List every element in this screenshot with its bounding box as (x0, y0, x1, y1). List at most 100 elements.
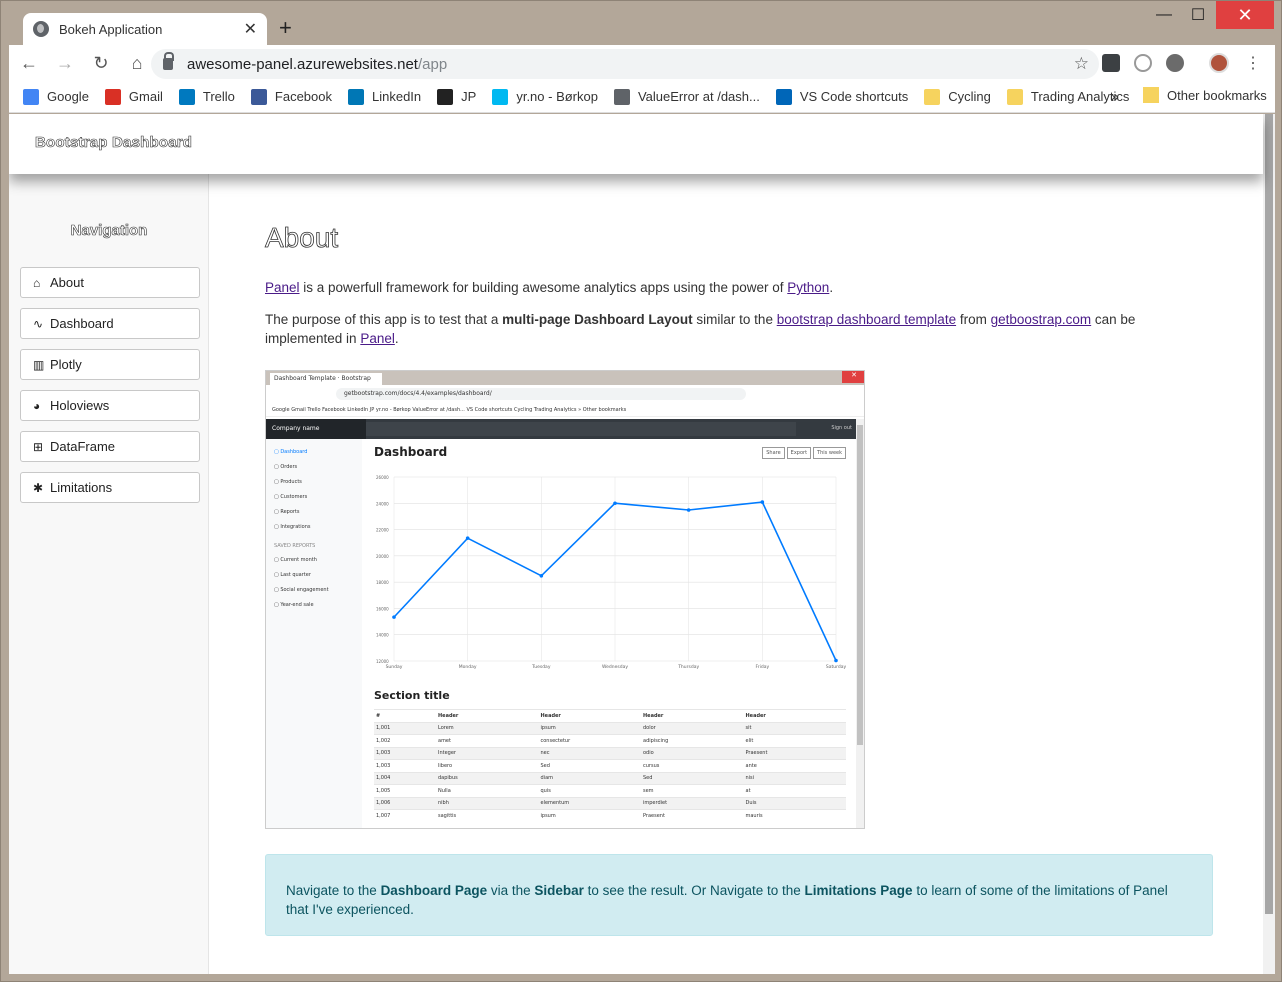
shot-table-row: 1,004 dapibus diam Sed nisi (374, 771, 846, 784)
shot-table-cell: odio (643, 750, 654, 757)
app-header: Bootstrap Dashboard (9, 114, 1263, 174)
line-chart-icon: ∿ (33, 316, 44, 331)
shot-table-cell: 1,003 (376, 750, 391, 757)
reload-button[interactable]: ↻ (85, 47, 117, 79)
shot-table-cell: Header (643, 712, 664, 719)
shot-search (366, 422, 796, 436)
shot-saved-item: ▢ Current month (274, 557, 317, 563)
extension-icon[interactable] (1134, 54, 1152, 72)
data-point (834, 658, 838, 663)
shot-table-cell: 1,002 (376, 737, 391, 744)
extension-icon[interactable] (1102, 54, 1120, 72)
bookmark-item[interactable]: yr.no - Børkop (492, 88, 598, 105)
trello-icon (178, 88, 195, 105)
bookmark-item[interactable]: ValueError at /dash... (613, 88, 760, 105)
bookmark-item[interactable]: VS Code shortcuts (775, 88, 909, 105)
maximize-button[interactable]: ☐ (1181, 1, 1215, 29)
panel-link[interactable]: Panel (265, 280, 300, 295)
home-button[interactable]: ⌂ (121, 47, 153, 79)
dashboard-template-screenshot: Dashboard Template · Bootstrap ✕ getboot… (265, 370, 865, 829)
page-scrollbar[interactable] (1263, 114, 1275, 974)
shot-table-row: # Header Header Header Header (374, 709, 846, 722)
shot-table-cell: Header (540, 712, 561, 719)
x-tick-label: Tuesday (531, 664, 551, 670)
globe-icon (613, 88, 630, 105)
shot-side-item: ▢ Customers (274, 494, 308, 500)
minimize-button[interactable]: — (1147, 1, 1181, 29)
nav-button-dashboard[interactable]: ∿ Dashboard (20, 308, 200, 339)
sidebar: Navigation ⌂ About ∿ Dashboard ▥ Plotly ◕ Holov… (9, 174, 209, 974)
shot-side-item: ▢ Products (274, 479, 302, 485)
nav-button-dataframe[interactable]: ⊞ DataFrame (20, 431, 200, 462)
shot-table-cell: consectetur (540, 737, 571, 744)
shot-table-cell: Sed (643, 775, 653, 782)
python-link[interactable]: Python (787, 280, 829, 295)
other-bookmarks-label: Other bookmarks (1167, 87, 1267, 103)
bookmark-star-icon[interactable]: ☆ (1074, 54, 1089, 74)
url-path: /app (417, 55, 448, 73)
nav-button-plotly[interactable]: ▥ Plotly (20, 349, 200, 380)
bookmark-item[interactable]: Gmail (104, 88, 163, 105)
close-tab-icon[interactable]: ✕ (244, 19, 257, 39)
nav-button-limitations[interactable]: ✱ Limitations (20, 472, 200, 503)
jp-icon (437, 88, 454, 105)
panel-link-2[interactable]: Panel (360, 331, 395, 346)
back-button[interactable]: ← (13, 47, 45, 79)
google-icon (23, 88, 39, 105)
bookmark-item[interactable]: Facebook (250, 88, 332, 105)
shot-table-cell: 1,004 (376, 775, 391, 782)
nav-button-about[interactable]: ⌂ About (20, 267, 200, 298)
shot-table-cell: cursus (643, 762, 660, 769)
shot-table-cell: 1,007 (376, 812, 391, 819)
shot-table-cell: mauris (745, 812, 763, 819)
bookmark-item[interactable]: JP (437, 88, 476, 105)
bookmark-label: VS Code shortcuts (799, 89, 909, 104)
bar-chart-icon: ▥ (33, 357, 45, 372)
nav-button-label: Dashboard (50, 316, 114, 331)
getbootstrap-link[interactable]: getboostrap.com (991, 312, 1092, 327)
tab-strip: Bokeh Application ✕ + (9, 9, 1275, 45)
shot-table-cell: Duis (745, 800, 757, 807)
address-bar[interactable]: awesome-panel.azurewebsites.net/app ☆ (151, 49, 1099, 79)
bookmark-item[interactable]: Cycling (924, 88, 991, 105)
shot-tab-title: Dashboard Template · Bootstrap (270, 373, 382, 385)
shot-table-row: 1,001 Lorem ipsum dolor sit (374, 721, 846, 734)
new-tab-button[interactable]: + (279, 17, 292, 39)
shot-heading: Dashboard (374, 445, 448, 459)
nav-button-holoviews[interactable]: ◕ Holoviews (20, 390, 200, 421)
shot-table-cell: Header (745, 712, 766, 719)
shot-saved-item: ▢ Social engagement (274, 587, 329, 593)
shot-table-cell: Praesent (745, 750, 768, 757)
x-tick-label: Thursday (677, 664, 699, 670)
browser-menu-icon[interactable]: ⋮ (1245, 53, 1261, 73)
shot-tabbar: Dashboard Template · Bootstrap ✕ (266, 371, 864, 385)
shot-table-cell: 1,001 (376, 725, 391, 732)
bookmark-item[interactable]: Trello (178, 88, 235, 105)
nav-title: Navigation (70, 222, 148, 240)
linkedin-icon (348, 88, 364, 105)
shot-side-item: ▢ Integrations (274, 524, 311, 530)
close-window-button[interactable]: ✕ (1216, 1, 1274, 29)
bookmark-item[interactable]: Google (23, 88, 89, 105)
scrollbar-thumb[interactable] (1265, 114, 1273, 914)
shot-table-cell: sem (643, 787, 654, 794)
profile-avatar[interactable] (1209, 53, 1229, 73)
extension-icon[interactable] (1166, 54, 1184, 72)
pie-chart-icon: ◕ (33, 398, 41, 413)
other-bookmarks[interactable]: Other bookmarks (1143, 87, 1267, 103)
browser-tab[interactable]: Bokeh Application ✕ (23, 13, 267, 45)
shot-signout: Sign out (831, 425, 852, 431)
bootstrap-template-link[interactable]: bootstrap dashboard template (777, 312, 956, 327)
x-tick-label: Friday (756, 664, 770, 670)
facebook-icon (250, 88, 267, 105)
bookmarks-overflow-chevron-icon[interactable]: » (1111, 88, 1119, 104)
shot-table-cell: Nulla (438, 787, 451, 794)
forward-button[interactable]: → (49, 47, 81, 79)
bookmark-label: Google (47, 89, 89, 104)
bookmark-item[interactable]: LinkedIn (348, 88, 421, 105)
data-point (539, 573, 544, 578)
data-point (613, 501, 617, 506)
table-icon: ⊞ (33, 439, 44, 454)
shot-side-item: ▢ Orders (274, 464, 298, 470)
intro-paragraph: Panel is a powerfull framework for build… (265, 280, 834, 295)
